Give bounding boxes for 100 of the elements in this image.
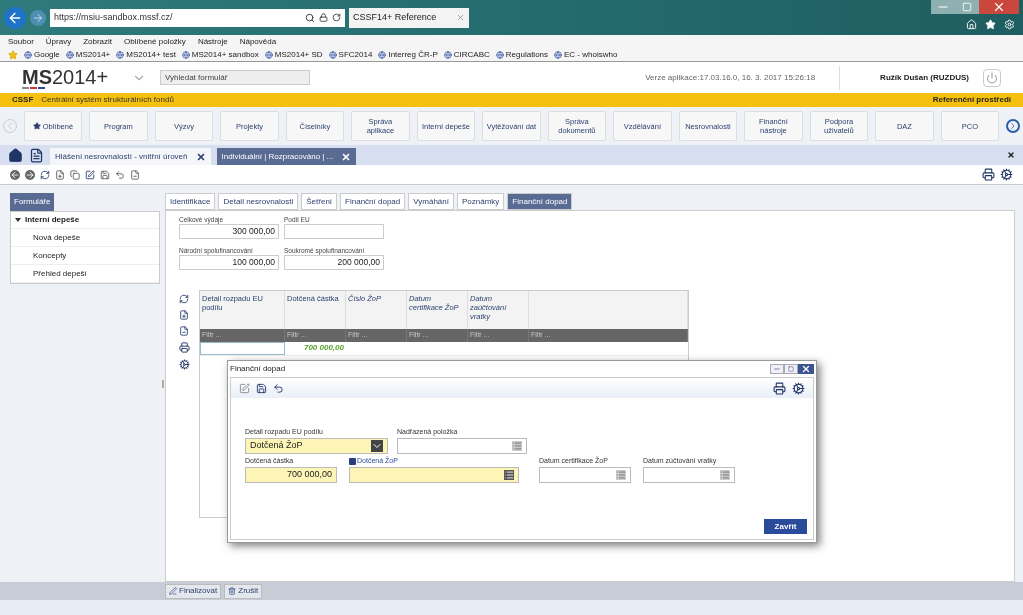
bookmark-icon [116, 50, 125, 59]
edit-button[interactable] [239, 382, 250, 394]
bookmark-link[interactable]: CIRCABC [453, 48, 490, 61]
print-button[interactable] [179, 342, 190, 353]
expand-arrow-icon[interactable] [15, 218, 21, 222]
forward-button[interactable] [25, 169, 35, 180]
input-field[interactable]: 200 000,00 [284, 255, 384, 270]
sidebar-item[interactable]: Koncepty [33, 249, 67, 262]
home-icon[interactable] [8, 148, 23, 163]
sidebar-item[interactable]: Přehled depeší [33, 267, 87, 280]
close-icon[interactable] [1007, 151, 1015, 159]
input-field[interactable] [349, 467, 519, 483]
close-button[interactable] [798, 364, 814, 374]
refresh-button[interactable] [40, 169, 50, 180]
copy-button[interactable] [70, 169, 80, 180]
input-field[interactable] [539, 467, 631, 483]
bookmark-icon [24, 50, 32, 59]
settings-button[interactable] [1000, 168, 1013, 181]
form-tab[interactable]: Poznámky [456, 193, 505, 210]
banner-code: CSSF [12, 94, 34, 106]
footer-button[interactable]: Finalizovat [165, 583, 222, 599]
document-icon[interactable] [29, 148, 44, 163]
address-bar[interactable]: https://msiu-sandbox.mssf.cz/ [50, 8, 345, 27]
browser-tab[interactable]: CSSF14+ Reference [349, 7, 469, 28]
menu-item[interactable]: Zobrazit [83, 35, 113, 48]
undo-button[interactable] [273, 382, 284, 394]
bookmark-icon [181, 50, 190, 59]
bookmark-link[interactable]: EC - whoiswho [564, 48, 618, 61]
bookmark-link[interactable]: MS2014+ test [126, 48, 176, 61]
save-button[interactable] [100, 169, 110, 180]
refresh-icon[interactable] [332, 13, 341, 22]
settings-button[interactable] [179, 359, 190, 370]
settings-button[interactable] [792, 381, 805, 395]
menu-item[interactable]: Oblíbené položky [124, 35, 186, 48]
save-button[interactable] [256, 382, 267, 394]
menu-item[interactable]: Nástroje [197, 35, 228, 48]
edit-button[interactable] [85, 169, 95, 180]
document-button[interactable] [130, 169, 140, 180]
form-tab[interactable]: Vymáhání [408, 193, 454, 210]
close-button[interactable] [979, 0, 1019, 14]
close-dialog-button[interactable]: Zavřít [764, 519, 807, 534]
refresh-button[interactable] [179, 294, 189, 304]
environment-label: Referenční prostředí [932, 94, 1011, 106]
print-button[interactable] [773, 381, 786, 395]
bookmark-icon [495, 50, 504, 59]
print-button[interactable] [982, 168, 995, 181]
bookmark-link[interactable]: Regulations [505, 48, 549, 61]
close-tab-icon[interactable] [195, 151, 206, 162]
menu-item[interactable]: Soubor [8, 35, 34, 48]
sidebar-title: Formuláře [10, 193, 55, 211]
scroll-right-button[interactable] [1006, 119, 1020, 133]
close-tab-icon[interactable] [341, 151, 352, 162]
add-row-button[interactable] [179, 310, 189, 320]
document-tab[interactable]: Hlášení nesrovnalostí - vnitřní úroveň [50, 148, 211, 165]
input-field[interactable]: 100 000,00 [179, 255, 279, 270]
input-field[interactable]: 300 000,00 [179, 224, 279, 239]
footer-button[interactable]: Zrušit [224, 583, 263, 599]
form-tab[interactable]: Identifikace [165, 193, 216, 210]
form-tab[interactable]: Detail nesrovnalosti [218, 193, 299, 210]
document-tab[interactable]: Individuální | Rozpracováno | ... [216, 148, 357, 165]
remove-row-button[interactable] [179, 326, 189, 336]
dialog-title: Finanční dopad [230, 363, 287, 375]
favorites-star-icon[interactable] [8, 49, 18, 60]
select-field[interactable]: Dotčená ŽoP [245, 438, 388, 454]
bookmark-icon [264, 50, 273, 59]
back-button[interactable] [4, 6, 26, 29]
undo-button[interactable] [115, 169, 125, 180]
bookmark-link[interactable]: MS2014+ sandbox [191, 48, 259, 61]
star-icon[interactable] [985, 19, 996, 30]
input-field[interactable]: 700 000,00 [245, 467, 337, 483]
bookmark-icon [328, 50, 337, 59]
bookmark-link[interactable]: Interreg ČR-P [388, 48, 438, 61]
banner-title: Centrální systém strukturálních fondů [41, 94, 174, 106]
input-field[interactable] [643, 467, 735, 483]
back-button[interactable] [10, 169, 20, 180]
sidebar-item[interactable]: Nová depeše [33, 231, 81, 244]
form-tab[interactable]: Finanční dopad [507, 193, 573, 210]
menu-item[interactable]: Úpravy [45, 35, 72, 48]
sidebar-item[interactable]: Interní depeše [25, 214, 80, 226]
bookmark-icon [65, 50, 74, 59]
menu-item[interactable]: Nápověda [239, 35, 277, 48]
dropdown-icon[interactable] [371, 440, 383, 452]
new-document-button[interactable] [55, 169, 65, 180]
input-field[interactable] [284, 224, 384, 239]
bookmark-link[interactable]: SFC2014 [338, 48, 373, 61]
bookmark-link[interactable]: Google [34, 48, 60, 61]
bookmark-icon [378, 50, 387, 59]
search-field[interactable]: Vyhledat formulář [160, 70, 310, 85]
user-name: Ružík Dušan (RUZDUS) [880, 71, 969, 84]
bookmark-icon [554, 50, 563, 59]
list-icon[interactable] [504, 470, 514, 480]
settings-icon[interactable] [1004, 19, 1015, 30]
bookmark-link[interactable]: MS2014+ [75, 48, 111, 61]
table-cell-text: 700 000,00 [302, 342, 345, 354]
input-field[interactable] [397, 438, 527, 454]
form-tab[interactable]: Šetření [301, 193, 338, 210]
bookmark-link[interactable]: MS2014+ SD [274, 48, 323, 61]
form-tab[interactable]: Finanční dopad [340, 193, 406, 210]
search-icon[interactable] [305, 12, 315, 23]
pencil-icon [169, 587, 177, 595]
